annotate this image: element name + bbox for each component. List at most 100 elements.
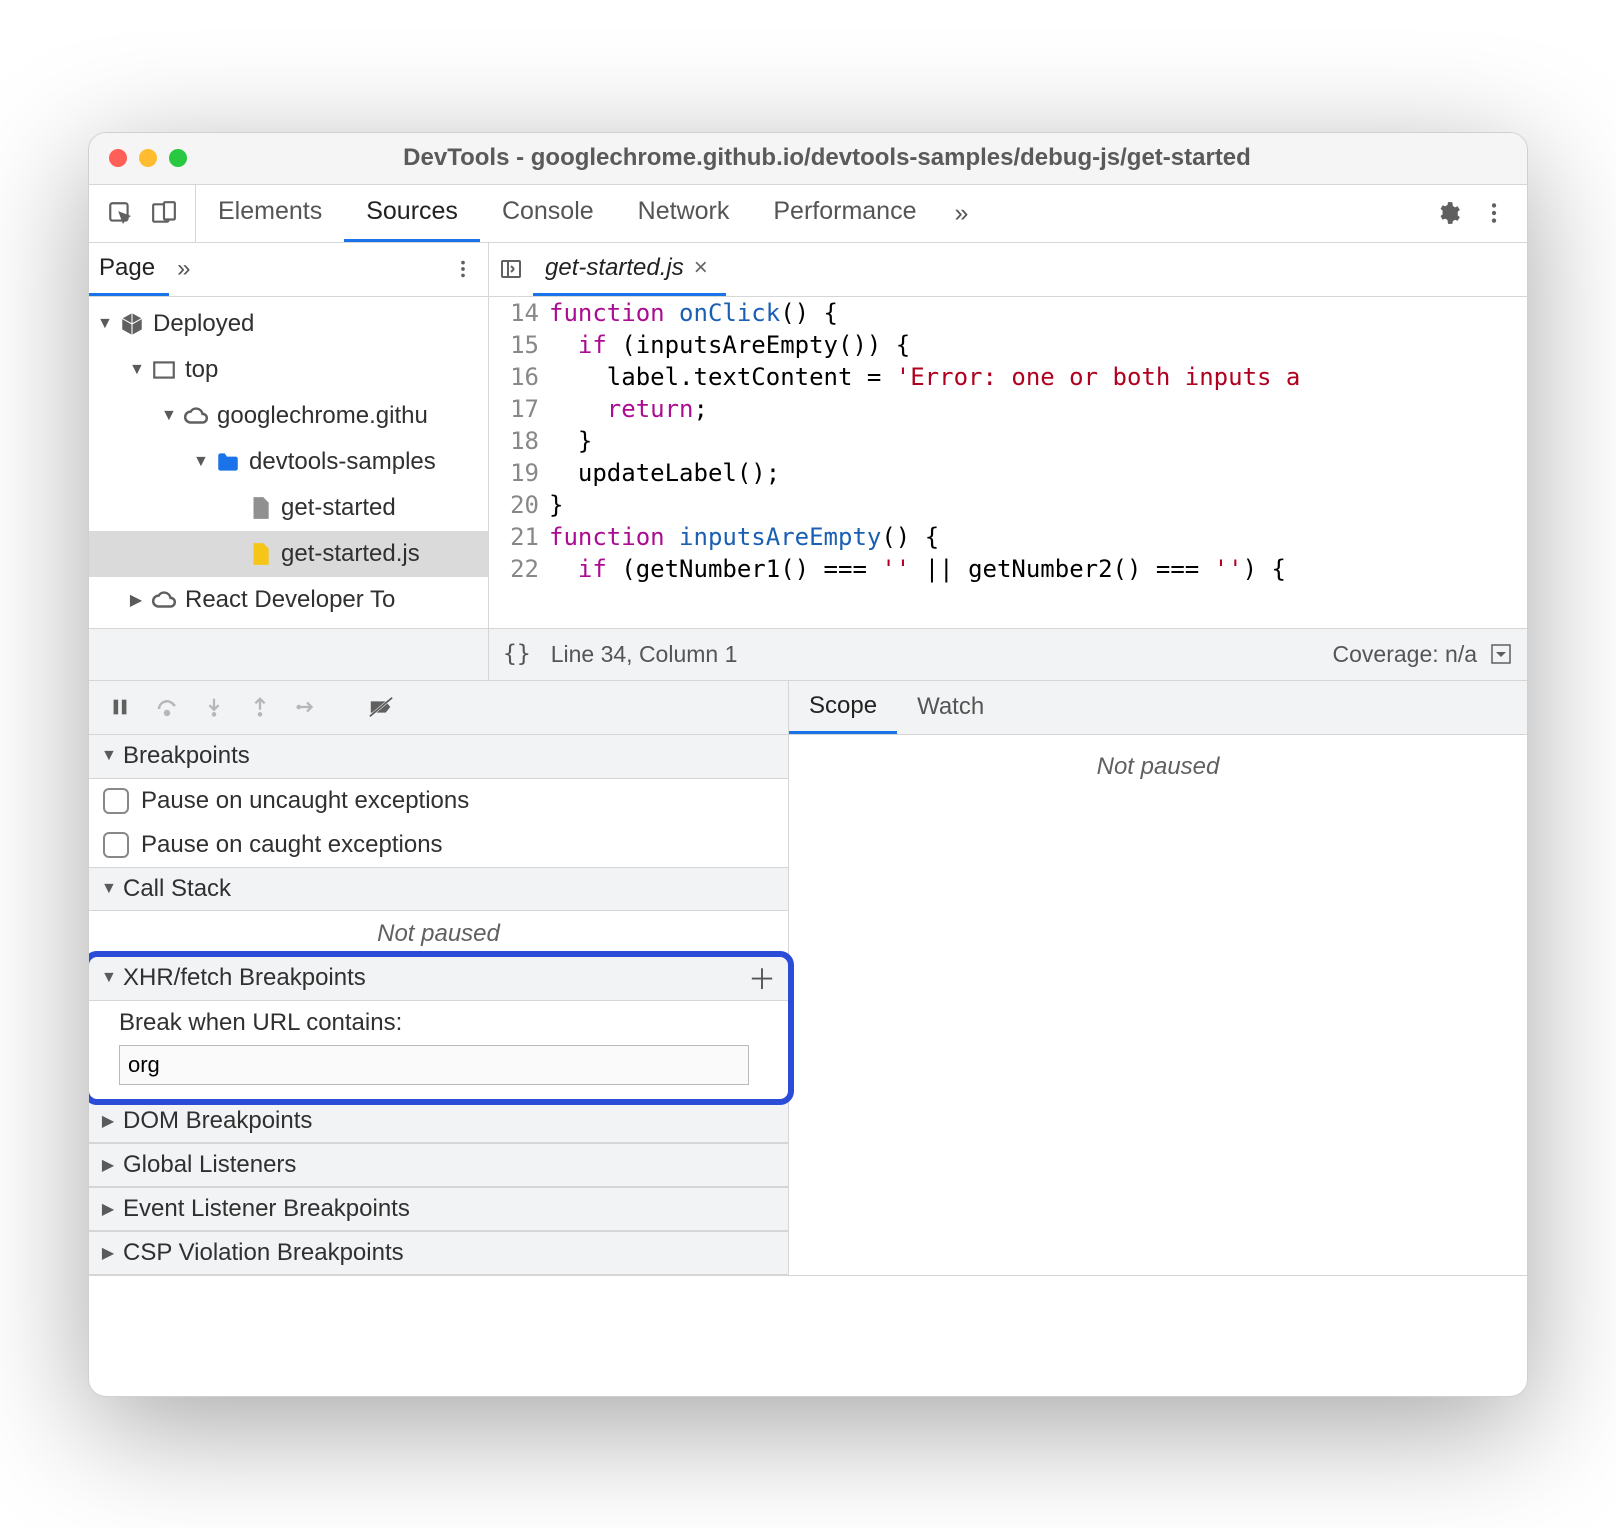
tab-console[interactable]: Console xyxy=(480,185,616,242)
devtools-tabbar: Elements Sources Console Network Perform… xyxy=(89,185,1527,243)
section-call-stack[interactable]: ▼ Call Stack xyxy=(89,867,788,911)
line-number[interactable]: 22 xyxy=(489,553,549,585)
tree-row-deployed[interactable]: ▼ Deployed xyxy=(89,301,488,347)
code-line[interactable]: 17 return; xyxy=(489,393,1527,425)
editor-statusbar: {} Line 34, Column 1 Coverage: n/a xyxy=(89,629,1527,681)
frame-icon xyxy=(151,357,177,383)
coverage-status: Coverage: n/a xyxy=(1333,641,1477,668)
tab-elements[interactable]: Elements xyxy=(196,185,344,242)
code-text: } xyxy=(549,425,1527,457)
file-tree: ▼ Deployed ▼ top ▼ googlechrome.githu ▼ … xyxy=(89,297,489,628)
minimize-window-icon[interactable] xyxy=(139,149,157,167)
deactivate-breakpoints-icon[interactable] xyxy=(368,695,394,719)
line-number[interactable]: 19 xyxy=(489,457,549,489)
tree-label: googlechrome.githu xyxy=(217,402,428,430)
checkbox-icon[interactable] xyxy=(103,788,129,814)
tree-row-file-html[interactable]: get-started xyxy=(89,485,488,531)
editor-tab-get-started-js[interactable]: get-started.js × xyxy=(533,243,726,296)
inspect-icon[interactable] xyxy=(107,200,133,226)
tab-performance[interactable]: Performance xyxy=(751,185,938,242)
section-csp-breakpoints[interactable]: ▶ CSP Violation Breakpoints xyxy=(89,1231,788,1275)
pause-caught-checkbox[interactable]: Pause on caught exceptions xyxy=(89,823,788,867)
code-text: updateLabel(); xyxy=(549,457,1527,489)
xhr-url-input[interactable] xyxy=(119,1045,749,1085)
code-text: return; xyxy=(549,393,1527,425)
section-event-listener-breakpoints[interactable]: ▶ Event Listener Breakpoints xyxy=(89,1187,788,1231)
line-number[interactable]: 14 xyxy=(489,297,549,329)
close-tab-icon[interactable]: × xyxy=(694,254,708,282)
tree-label: devtools-samples xyxy=(249,448,436,476)
line-number[interactable]: 20 xyxy=(489,489,549,521)
coverage-dropdown-icon[interactable] xyxy=(1489,642,1513,666)
section-breakpoints[interactable]: ▼ Breakpoints xyxy=(89,735,788,779)
code-line[interactable]: 15 if (inputsAreEmpty()) { xyxy=(489,329,1527,361)
cursor-position: Line 34, Column 1 xyxy=(551,641,738,668)
cloud-icon xyxy=(183,403,209,429)
toggle-navigator-icon[interactable] xyxy=(489,243,533,296)
navigator-tab-page[interactable]: Page xyxy=(89,243,169,296)
code-text: function onClick() { xyxy=(549,297,1527,329)
close-window-icon[interactable] xyxy=(109,149,127,167)
tab-watch[interactable]: Watch xyxy=(897,681,1004,734)
devtools-window: DevTools - googlechrome.github.io/devtoo… xyxy=(88,132,1528,1397)
code-line[interactable]: 22 if (getNumber1() === '' || getNumber2… xyxy=(489,553,1527,585)
empty-space xyxy=(89,1276,1527,1396)
step-icon[interactable] xyxy=(295,696,319,718)
xhr-prompt-label: Break when URL contains: xyxy=(119,1009,774,1037)
navigator-menu-icon[interactable] xyxy=(438,243,488,296)
code-editor[interactable]: 14function onClick() {15 if (inputsAreEm… xyxy=(489,297,1527,628)
step-into-icon[interactable] xyxy=(203,696,225,718)
code-line[interactable]: 14function onClick() { xyxy=(489,297,1527,329)
code-line[interactable]: 19 updateLabel(); xyxy=(489,457,1527,489)
scope-not-paused: Not paused xyxy=(1097,753,1220,780)
cube-icon xyxy=(119,311,145,337)
tabs-overflow[interactable]: » xyxy=(938,185,984,242)
code-line[interactable]: 20} xyxy=(489,489,1527,521)
tree-row-top[interactable]: ▼ top xyxy=(89,347,488,393)
add-xhr-breakpoint-icon[interactable]: ＋ xyxy=(748,958,776,998)
code-line[interactable]: 21function inputsAreEmpty() { xyxy=(489,521,1527,553)
line-number[interactable]: 18 xyxy=(489,425,549,457)
tab-scope[interactable]: Scope xyxy=(789,681,897,734)
device-toggle-icon[interactable] xyxy=(151,200,177,226)
window-titlebar: DevTools - googlechrome.github.io/devtoo… xyxy=(89,133,1527,185)
editor-tab-label: get-started.js xyxy=(545,254,684,282)
navigator-overflow[interactable]: » xyxy=(169,243,198,296)
checkbox-icon[interactable] xyxy=(103,832,129,858)
code-text: function inputsAreEmpty() { xyxy=(549,521,1527,553)
zoom-window-icon[interactable] xyxy=(169,149,187,167)
code-line[interactable]: 16 label.textContent = 'Error: one or bo… xyxy=(489,361,1527,393)
step-out-icon[interactable] xyxy=(249,696,271,718)
debugger-sidebar: ▼ Breakpoints Pause on uncaught exceptio… xyxy=(89,735,789,1275)
line-number[interactable]: 15 xyxy=(489,329,549,361)
settings-icon[interactable] xyxy=(1435,200,1461,226)
file-js-icon xyxy=(247,541,273,567)
tree-row-domain[interactable]: ▼ googlechrome.githu xyxy=(89,393,488,439)
checkbox-label: Pause on caught exceptions xyxy=(141,831,443,859)
section-dom-breakpoints[interactable]: ▶ DOM Breakpoints xyxy=(89,1099,788,1143)
tree-row-react-devtools[interactable]: ▶ React Developer To xyxy=(89,577,488,623)
call-stack-empty: Not paused xyxy=(89,911,788,957)
line-number[interactable]: 16 xyxy=(489,361,549,393)
tree-row-folder[interactable]: ▼ devtools-samples xyxy=(89,439,488,485)
section-title: Call Stack xyxy=(123,875,231,903)
tree-row-file-js[interactable]: get-started.js xyxy=(89,531,488,577)
step-over-icon[interactable] xyxy=(155,695,179,719)
tab-network[interactable]: Network xyxy=(616,185,752,242)
checkbox-label: Pause on uncaught exceptions xyxy=(141,787,469,815)
pause-icon[interactable] xyxy=(109,696,131,718)
scope-pane: Not paused xyxy=(789,735,1527,1275)
code-line[interactable]: 18 } xyxy=(489,425,1527,457)
kebab-menu-icon[interactable] xyxy=(1481,200,1507,226)
sources-subbar: Page » get-started.js × xyxy=(89,243,1527,297)
tab-sources[interactable]: Sources xyxy=(344,185,480,242)
pretty-print-icon[interactable]: {} xyxy=(503,641,531,667)
folder-icon xyxy=(215,449,241,475)
section-xhr-breakpoints[interactable]: ▼ XHR/fetch Breakpoints ＋ xyxy=(89,957,788,1001)
section-title: Global Listeners xyxy=(123,1151,296,1179)
section-global-listeners[interactable]: ▶ Global Listeners xyxy=(89,1143,788,1187)
pause-uncaught-checkbox[interactable]: Pause on uncaught exceptions xyxy=(89,779,788,823)
line-number[interactable]: 17 xyxy=(489,393,549,425)
line-number[interactable]: 21 xyxy=(489,521,549,553)
tree-label: Deployed xyxy=(153,310,254,338)
